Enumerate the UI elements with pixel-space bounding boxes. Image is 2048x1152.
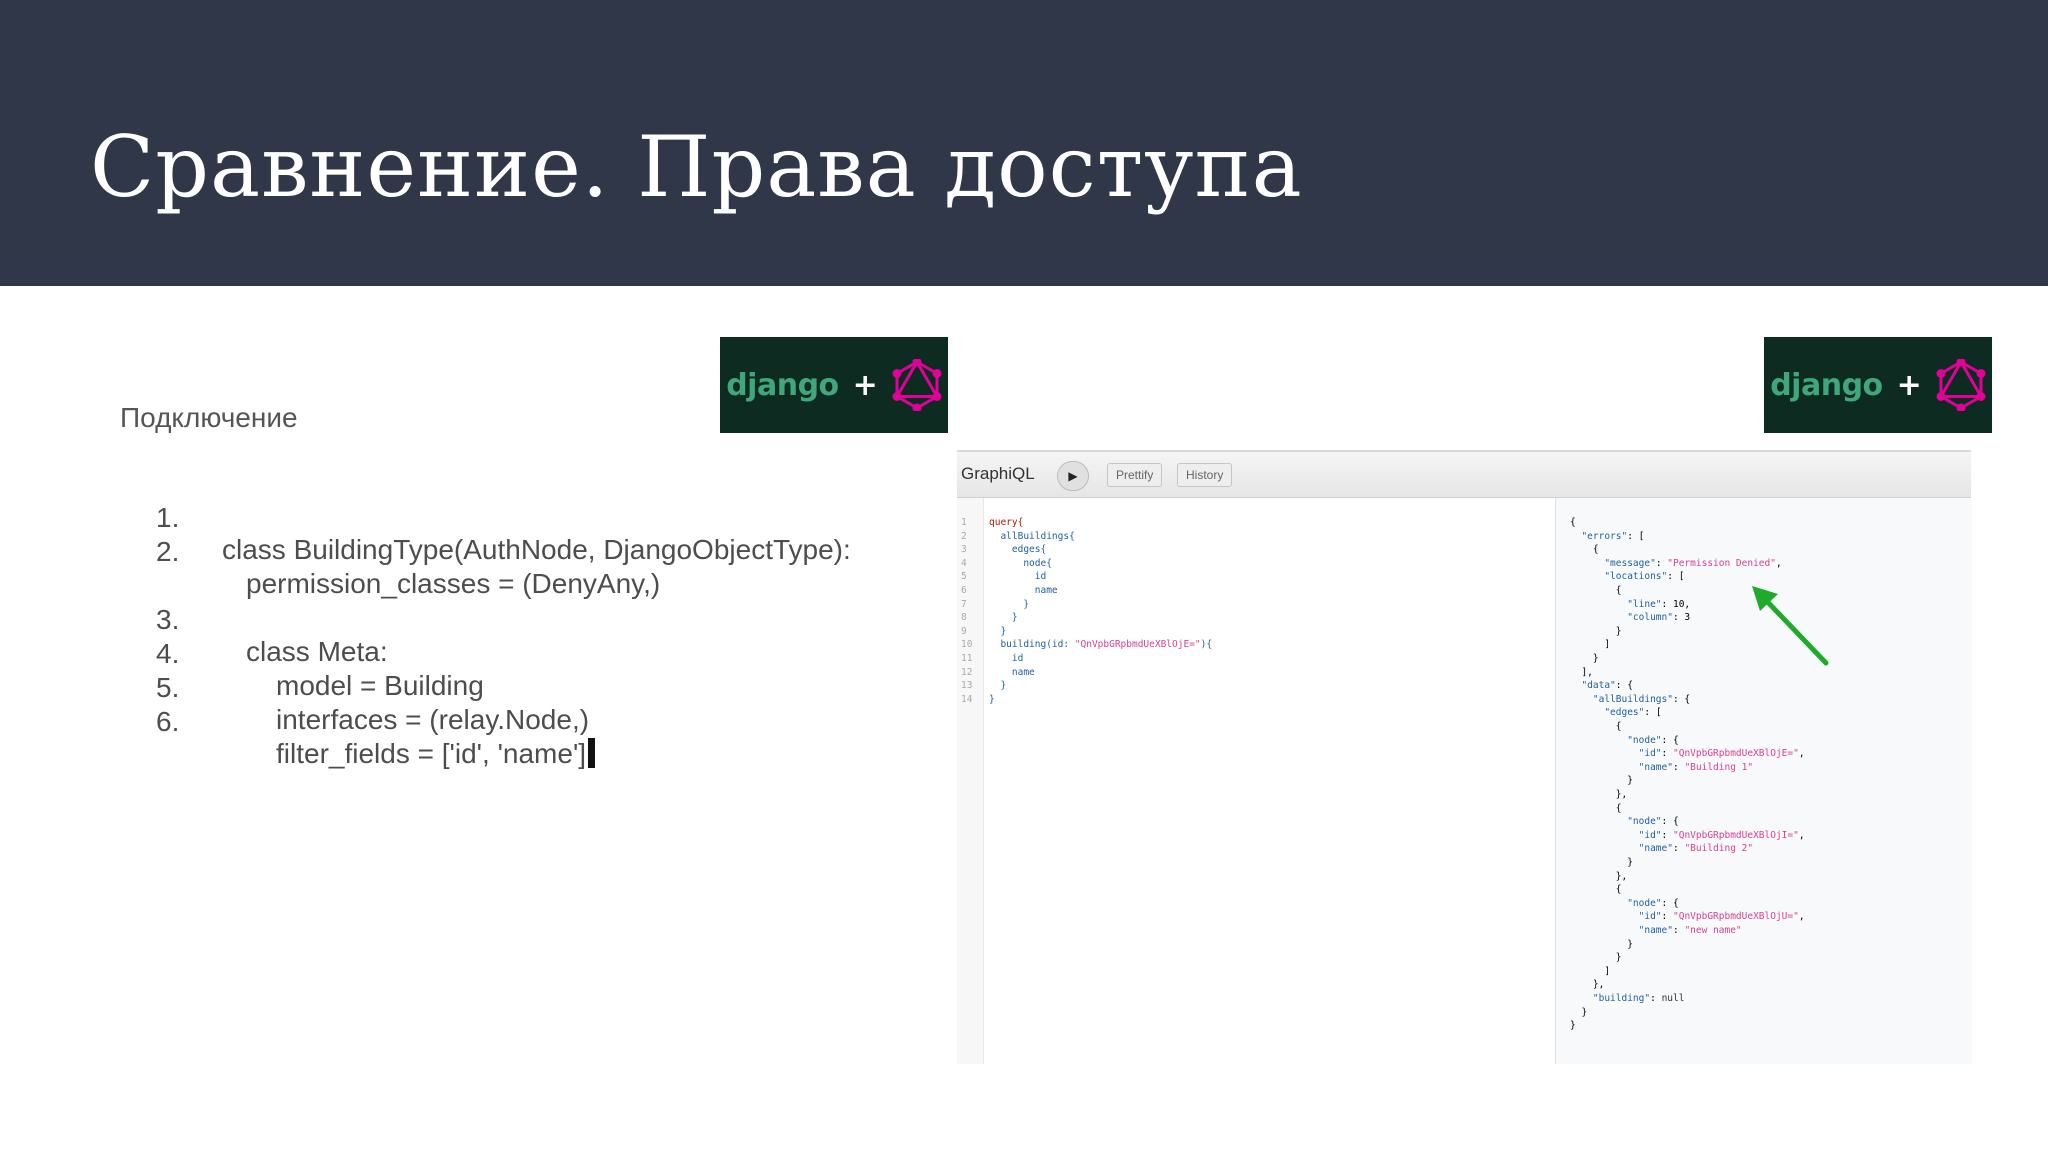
graphql-logo-icon	[1936, 359, 1986, 411]
query-line: }	[989, 693, 995, 705]
query-line: query{	[989, 517, 1024, 528]
editor-line-number: 12	[961, 666, 973, 678]
editor-line-number: 8	[961, 612, 967, 624]
editor-line-number: 5	[961, 571, 967, 583]
query-line: name	[989, 585, 1058, 596]
green-arrow-icon	[1752, 586, 1829, 666]
django-logo-text: django	[1770, 367, 1883, 403]
code-text: class BuildingType(AuthNode, DjangoObjec…	[222, 534, 851, 565]
editor-line-number: 3	[961, 544, 967, 556]
text-cursor	[588, 738, 596, 768]
editor-line-number: 7	[961, 598, 967, 610]
code-text: permission_classes = (DenyAny,)	[246, 568, 661, 599]
query-line: id	[989, 571, 1047, 583]
plus-sign: +	[1896, 367, 1922, 403]
graphql-logo-icon	[892, 359, 942, 411]
editor-line-number: 10	[961, 639, 973, 651]
query-line: node{	[989, 557, 1052, 569]
code-line: 6. filter_fields = ['id', 'name']	[150, 674, 596, 802]
query-line: name	[989, 666, 1035, 678]
graphiql-toolbar: GraphiQL ▶ Prettify History	[957, 452, 1971, 498]
editor-line-number: 9	[961, 625, 967, 637]
result-pane: { "errors": [ { "message": "Permission D…	[1555, 498, 1972, 1064]
query-line: }	[989, 680, 1007, 692]
query-line: }	[989, 612, 1018, 624]
code-text: model = Building	[276, 670, 484, 701]
query-line: edges{	[989, 544, 1047, 556]
editor-line-number: 2	[961, 530, 967, 542]
graphiql-window: GraphiQL ▶ Prettify History 1 query{ 2 all…	[957, 450, 1972, 1064]
query-editor[interactable]: 1 query{ 2 allBuildings{ 3 edges{ 4 node{ 5 i…	[957, 498, 1555, 1064]
plus-sign: +	[852, 367, 878, 403]
code-text: interfaces = (relay.Node,)	[276, 704, 590, 735]
prettify-button[interactable]: Prettify	[1107, 463, 1163, 487]
query-line: }	[989, 598, 1030, 610]
editor-line-number: 6	[961, 585, 967, 596]
code-text-content: filter_fields = ['id', 'name']	[276, 738, 587, 769]
query-line: allBuildings{	[989, 530, 1075, 542]
query-line: id	[989, 653, 1024, 664]
query-line: building(id: "QnVpbGRpbmdUeXBlOjE="){	[989, 639, 1213, 651]
editor-line-number: 13	[961, 680, 973, 692]
code-text: class Meta:	[246, 636, 388, 667]
django-graphene-badge-right: django +	[1764, 337, 1992, 433]
history-button[interactable]: History	[1177, 463, 1233, 487]
play-icon[interactable]: ▶	[1057, 461, 1089, 491]
query-line: }	[989, 625, 1007, 637]
django-logo-text: django	[726, 367, 839, 403]
code-text: filter_fields = ['id', 'name']	[276, 738, 596, 770]
section-subtitle: Подключение	[120, 402, 298, 433]
django-graphene-badge: django +	[720, 337, 948, 433]
line-number: 2.	[156, 536, 180, 567]
line-number: 6.	[156, 706, 180, 737]
graphiql-logo: GraphiQL	[961, 464, 1035, 483]
editor-line-number: 1	[961, 517, 967, 528]
editor-line-number: 11	[961, 653, 973, 664]
editor-line-number: 4	[961, 557, 967, 569]
editor-line-number: 14	[961, 693, 973, 705]
slide-title: Сравнение. Права доступа	[90, 118, 1303, 216]
